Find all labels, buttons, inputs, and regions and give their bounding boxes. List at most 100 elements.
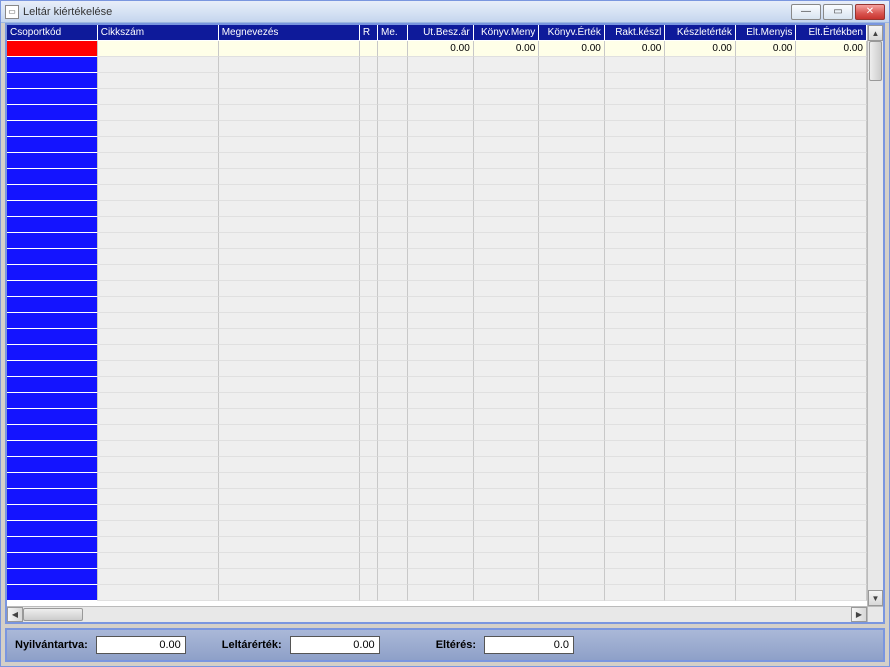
cell[interactable] bbox=[796, 521, 867, 537]
cell[interactable] bbox=[378, 345, 408, 361]
table-row[interactable] bbox=[7, 377, 867, 393]
cell[interactable] bbox=[665, 57, 736, 73]
cell[interactable] bbox=[665, 153, 736, 169]
cell[interactable] bbox=[796, 73, 867, 89]
cell[interactable] bbox=[474, 89, 540, 105]
cell[interactable] bbox=[408, 377, 474, 393]
cell[interactable] bbox=[360, 345, 378, 361]
cell[interactable] bbox=[605, 457, 665, 473]
nyilvantartva-field[interactable] bbox=[96, 636, 186, 654]
cell[interactable] bbox=[7, 105, 98, 121]
cell[interactable] bbox=[539, 185, 605, 201]
data-grid[interactable]: CsoportkódCikkszámMegnevezésRMe.Ut.Besz.… bbox=[7, 25, 867, 601]
cell[interactable] bbox=[408, 457, 474, 473]
column-header[interactable]: Csoportkód bbox=[7, 25, 98, 41]
cell[interactable] bbox=[736, 457, 796, 473]
cell[interactable] bbox=[219, 297, 360, 313]
cell[interactable] bbox=[98, 137, 219, 153]
scroll-right-button[interactable]: ▶ bbox=[851, 607, 867, 622]
cell[interactable] bbox=[360, 569, 378, 585]
cell[interactable] bbox=[796, 473, 867, 489]
cell[interactable] bbox=[98, 553, 219, 569]
cell[interactable] bbox=[378, 137, 408, 153]
cell[interactable] bbox=[219, 169, 360, 185]
cell[interactable] bbox=[605, 137, 665, 153]
cell[interactable] bbox=[7, 569, 98, 585]
table-row[interactable] bbox=[7, 425, 867, 441]
cell[interactable] bbox=[665, 585, 736, 601]
cell[interactable] bbox=[665, 457, 736, 473]
cell[interactable] bbox=[474, 233, 540, 249]
minimize-button[interactable]: — bbox=[791, 4, 821, 20]
cell[interactable] bbox=[219, 377, 360, 393]
table-row[interactable]: 0.000.000.000.000.000.000.00 bbox=[7, 41, 867, 57]
cell[interactable] bbox=[408, 265, 474, 281]
cell[interactable] bbox=[378, 537, 408, 553]
cell[interactable] bbox=[378, 585, 408, 601]
cell[interactable] bbox=[360, 281, 378, 297]
cell[interactable] bbox=[796, 265, 867, 281]
cell[interactable] bbox=[539, 217, 605, 233]
cell[interactable] bbox=[539, 153, 605, 169]
cell[interactable] bbox=[408, 105, 474, 121]
cell[interactable] bbox=[408, 329, 474, 345]
cell[interactable] bbox=[219, 121, 360, 137]
cell[interactable] bbox=[539, 585, 605, 601]
cell[interactable] bbox=[7, 585, 98, 601]
cell[interactable] bbox=[539, 473, 605, 489]
cell[interactable] bbox=[796, 393, 867, 409]
cell[interactable] bbox=[474, 57, 540, 73]
cell[interactable] bbox=[7, 185, 98, 201]
cell[interactable] bbox=[736, 297, 796, 313]
cell[interactable] bbox=[360, 169, 378, 185]
table-row[interactable] bbox=[7, 489, 867, 505]
cell[interactable] bbox=[605, 505, 665, 521]
cell[interactable] bbox=[539, 569, 605, 585]
table-row[interactable] bbox=[7, 249, 867, 265]
column-header[interactable]: Rakt.készl bbox=[605, 25, 665, 41]
cell[interactable] bbox=[474, 169, 540, 185]
cell[interactable] bbox=[736, 537, 796, 553]
cell[interactable] bbox=[736, 217, 796, 233]
cell[interactable] bbox=[219, 537, 360, 553]
cell[interactable] bbox=[360, 201, 378, 217]
cell[interactable] bbox=[7, 297, 98, 313]
table-row[interactable] bbox=[7, 57, 867, 73]
cell[interactable] bbox=[539, 233, 605, 249]
cell[interactable] bbox=[539, 489, 605, 505]
cell[interactable] bbox=[605, 185, 665, 201]
cell[interactable] bbox=[736, 313, 796, 329]
column-header[interactable]: Ut.Besz.ár bbox=[408, 25, 474, 41]
cell[interactable] bbox=[605, 377, 665, 393]
cell[interactable] bbox=[665, 137, 736, 153]
cell[interactable] bbox=[360, 185, 378, 201]
cell[interactable] bbox=[665, 361, 736, 377]
cell[interactable] bbox=[219, 473, 360, 489]
table-row[interactable] bbox=[7, 169, 867, 185]
cell[interactable] bbox=[736, 57, 796, 73]
cell[interactable] bbox=[736, 393, 796, 409]
cell[interactable] bbox=[605, 105, 665, 121]
cell[interactable] bbox=[219, 505, 360, 521]
cell[interactable] bbox=[378, 441, 408, 457]
table-row[interactable] bbox=[7, 441, 867, 457]
cell[interactable] bbox=[98, 249, 219, 265]
cell[interactable] bbox=[360, 41, 378, 57]
cell[interactable] bbox=[474, 153, 540, 169]
cell[interactable] bbox=[98, 57, 219, 73]
cell[interactable] bbox=[736, 521, 796, 537]
cell[interactable] bbox=[736, 345, 796, 361]
cell[interactable] bbox=[360, 537, 378, 553]
cell[interactable] bbox=[539, 537, 605, 553]
cell[interactable] bbox=[605, 345, 665, 361]
cell[interactable] bbox=[378, 361, 408, 377]
cell[interactable] bbox=[408, 201, 474, 217]
cell[interactable] bbox=[378, 489, 408, 505]
cell[interactable] bbox=[378, 329, 408, 345]
cell[interactable] bbox=[98, 537, 219, 553]
cell[interactable] bbox=[219, 185, 360, 201]
cell[interactable] bbox=[7, 425, 98, 441]
column-header[interactable]: R bbox=[360, 25, 378, 41]
cell[interactable] bbox=[736, 489, 796, 505]
cell[interactable] bbox=[474, 361, 540, 377]
